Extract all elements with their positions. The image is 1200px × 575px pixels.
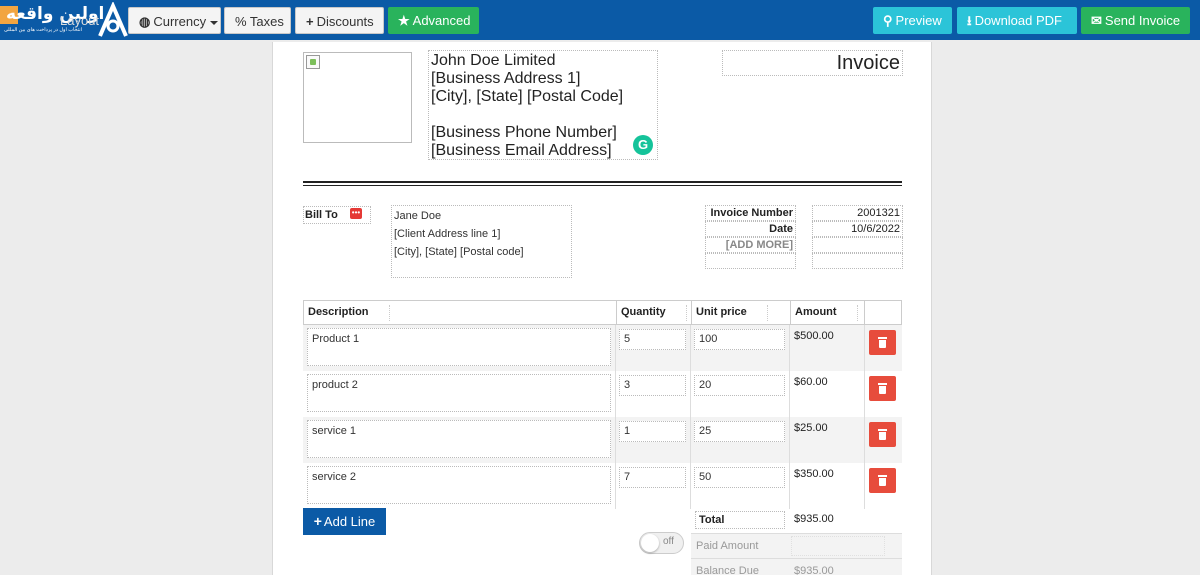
business-email: [Business Email Address] [431,142,612,159]
business-address: [Business Address 1] [431,70,581,87]
description-input[interactable]: service 2 [307,466,611,504]
meta-empty-field[interactable] [705,253,796,269]
chevron-down-icon [210,20,219,25]
unit-price-input[interactable]: 50 [694,467,785,488]
logo-upload[interactable] [303,52,412,143]
divider [303,181,902,183]
brand-logo: اولین واقعه انتخاب اول در پرداخت های بین… [0,0,128,40]
table-row: service 2 7 50 $350.00 [303,463,902,509]
total-row: Total $935.00 [691,508,902,533]
amount-value: $350.00 [794,468,834,480]
amount-value: $25.00 [794,422,828,434]
table-row: Product 1 5 100 $500.00 [303,325,902,371]
quantity-input[interactable]: 5 [619,329,686,350]
table-row: product 2 3 20 $60.00 [303,371,902,417]
unit-price-input[interactable]: 25 [694,421,785,442]
table-row: service 1 1 25 $25.00 [303,417,902,463]
star-icon: ★ [398,13,410,28]
layout-menu[interactable]: Layout [60,13,99,28]
add-more-button[interactable]: [ADD MORE] [705,237,796,253]
header-amount: Amount [790,300,864,325]
client-city-line: [City], [State] [Postal code] [394,246,524,258]
discounts-button[interactable]: + Discounts [295,7,384,34]
description-input[interactable]: Product 1 [307,328,611,366]
paid-amount-input[interactable] [791,536,885,556]
paid-amount-row: Paid Amount [691,533,902,558]
preview-button[interactable]: ⚲ Preview [873,7,952,34]
business-info[interactable]: John Doe Limited [Business Address 1] [C… [428,50,658,160]
total-label[interactable]: Total [695,511,785,529]
divider [303,185,902,186]
currency-button[interactable]: ◍ Currency [128,7,221,34]
balance-due-value: $935.00 [794,565,834,575]
plus-icon: + [313,513,322,529]
invoice-number-value[interactable]: 2001321 [812,205,903,221]
delete-row-button[interactable] [869,330,896,355]
header-quantity: Quantity [616,300,691,325]
balance-due-label: Balance Due [696,565,759,575]
search-icon: ⚲ [883,13,893,28]
paid-amount-toggle[interactable]: off [639,532,684,554]
meta-empty-field[interactable] [812,237,903,253]
grammarly-icon[interactable]: G [633,135,653,155]
business-city-line: [City], [State] [Postal Code] [431,88,624,105]
quantity-input[interactable]: 3 [619,375,686,396]
advanced-button[interactable]: ★ Advanced [388,7,479,34]
business-phone: [Business Phone Number] [431,124,617,141]
delete-row-button[interactable] [869,468,896,493]
invoice-number-label[interactable]: Invoice Number [705,205,796,221]
currency-icon: ◍ [139,14,151,29]
client-name: Jane Doe [394,210,442,222]
toggle-state-label: off [663,536,674,547]
quantity-input[interactable]: 7 [619,467,686,488]
amount-value: $500.00 [794,330,834,342]
toggle-knob [641,534,659,552]
date-label[interactable]: Date [705,221,796,237]
header-unit-price: Unit price [691,300,790,325]
amount-value: $60.00 [794,376,828,388]
download-icon: ⭳ [967,13,972,28]
client-address: [Client Address line 1] [394,228,501,240]
header-actions [864,300,902,325]
description-input[interactable]: product 2 [307,374,611,412]
description-input[interactable]: service 1 [307,420,611,458]
send-invoice-button[interactable]: ✉ Send Invoice [1081,7,1190,34]
download-pdf-button[interactable]: ⭳ Download PDF [957,7,1077,34]
invoice-paper: John Doe Limited [Business Address 1] [C… [272,42,932,575]
business-name: John Doe Limited [431,52,556,69]
invoice-title[interactable]: Invoice [722,50,903,76]
envelope-icon: ✉ [1091,13,1102,28]
taxes-button[interactable]: % Taxes [224,7,291,34]
more-options-icon[interactable]: ••• [350,208,362,219]
broken-image-icon [306,55,320,69]
plus-icon: + [306,14,314,29]
top-toolbar: اولین واقعه انتخاب اول در پرداخت های بین… [0,0,1200,40]
add-line-button[interactable]: + Add Line [303,508,386,535]
meta-empty-field[interactable] [812,253,903,269]
header-description: Description [303,300,616,325]
total-value: $935.00 [794,513,834,525]
balance-due-row: Balance Due $935.00 [691,558,902,575]
quantity-input[interactable]: 1 [619,421,686,442]
brand-mark-icon [98,2,128,37]
paid-amount-label: Paid Amount [696,540,759,552]
date-value[interactable]: 10/6/2022 [812,221,903,237]
delete-row-button[interactable] [869,422,896,447]
unit-price-input[interactable]: 100 [694,329,785,350]
unit-price-input[interactable]: 20 [694,375,785,396]
client-info[interactable]: Jane Doe [Client Address line 1] [City],… [391,205,572,278]
delete-row-button[interactable] [869,376,896,401]
